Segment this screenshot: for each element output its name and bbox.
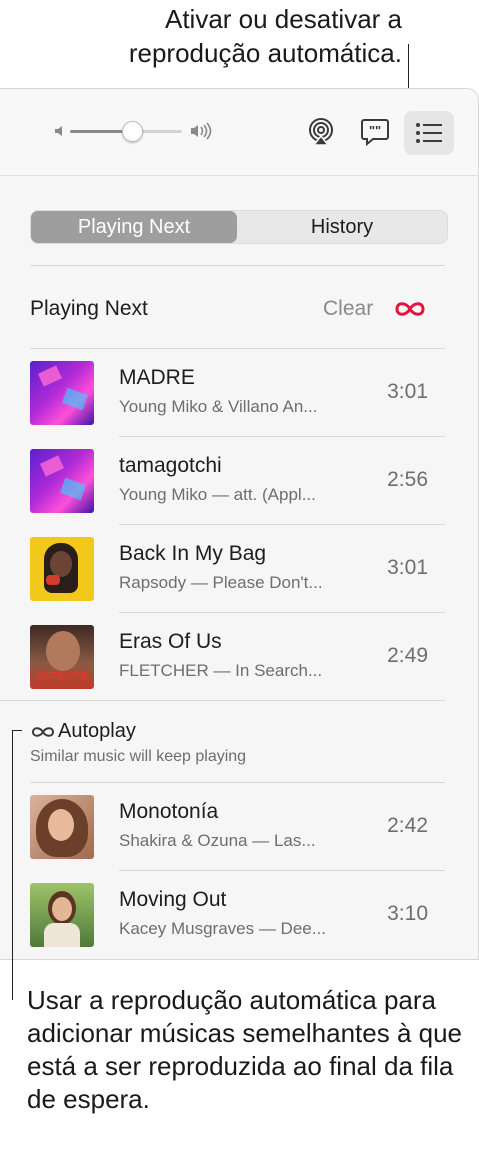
lyrics-icon[interactable]: " ": [360, 117, 390, 147]
track-title: Moving Out: [119, 888, 227, 911]
track-subtitle: Young Miko & Villano An...: [119, 397, 318, 416]
autoplay-title: Autoplay: [58, 720, 136, 742]
track-duration: 2:42: [387, 814, 428, 837]
track-duration: 3:01: [387, 380, 428, 403]
callout-line: [12, 730, 22, 731]
row-divider: [0, 700, 445, 701]
album-art: [30, 795, 94, 859]
callout-autoplay-description: Usar a reprodução automática para adicio…: [27, 985, 463, 1114]
divider: [30, 265, 445, 266]
album-art-text: ANTIDOTE: [36, 671, 88, 682]
queue-row[interactable]: Back In My Bag Rapsody — Please Don't...…: [0, 525, 478, 613]
album-art: [30, 361, 94, 425]
queue-row[interactable]: tamagotchi Young Miko — att. (Appl... 2:…: [0, 437, 478, 525]
autoplay-row[interactable]: Monotonía Shakira & Ozuna — Las... 2:42: [0, 783, 478, 871]
toolbar: " ": [0, 89, 478, 176]
autoplay-subtitle: Similar music will keep playing: [30, 748, 247, 765]
autoplay-row[interactable]: Moving Out Kacey Musgraves — Dee... 3:10: [0, 871, 478, 959]
album-art: [30, 537, 94, 601]
track-subtitle: Kacey Musgraves — Dee...: [119, 919, 326, 938]
track-subtitle: Rapsody — Please Don't...: [119, 573, 323, 592]
track-title: Eras Of Us: [119, 630, 222, 653]
track-title: MADRE: [119, 366, 195, 389]
tab-playing-next[interactable]: Playing Next: [31, 211, 237, 243]
track-subtitle: FLETCHER — In Search...: [119, 661, 323, 680]
track-title: Back In My Bag: [119, 542, 267, 565]
track-title: tamagotchi: [119, 454, 222, 477]
track-duration: 2:56: [387, 468, 428, 491]
album-art: [30, 883, 94, 947]
queue-row[interactable]: MADRE Young Miko & Villano An... 3:01: [0, 349, 478, 437]
autoplay-infinity-icon[interactable]: [392, 297, 428, 321]
callout-autoplay-toggle: Ativar ou desativar a reprodução automát…: [128, 4, 402, 68]
track-subtitle: Young Miko — att. (Appl...: [119, 485, 316, 504]
infinity-icon: [31, 727, 55, 737]
track-duration: 2:49: [387, 644, 428, 667]
tab-history[interactable]: History: [238, 211, 446, 243]
section-title: Playing Next: [30, 297, 148, 320]
volume-high-icon: [191, 122, 212, 140]
list-icon: [416, 123, 442, 143]
track-title: Monotonía: [119, 800, 219, 823]
clear-button[interactable]: Clear: [323, 297, 373, 321]
queue-list-button[interactable]: [404, 111, 454, 155]
album-art: ANTIDOTE: [30, 625, 94, 689]
volume-low-icon: [55, 126, 62, 136]
svg-text:": ": [375, 123, 381, 138]
volume-slider-knob[interactable]: [121, 121, 143, 142]
track-duration: 3:01: [387, 556, 428, 579]
track-subtitle: Shakira & Ozuna — Las...: [119, 831, 316, 850]
queue-row[interactable]: ANTIDOTE Eras Of Us FLETCHER — In Search…: [0, 613, 478, 701]
airplay-icon[interactable]: [306, 117, 336, 147]
track-duration: 3:10: [387, 902, 428, 925]
album-art: [30, 449, 94, 513]
